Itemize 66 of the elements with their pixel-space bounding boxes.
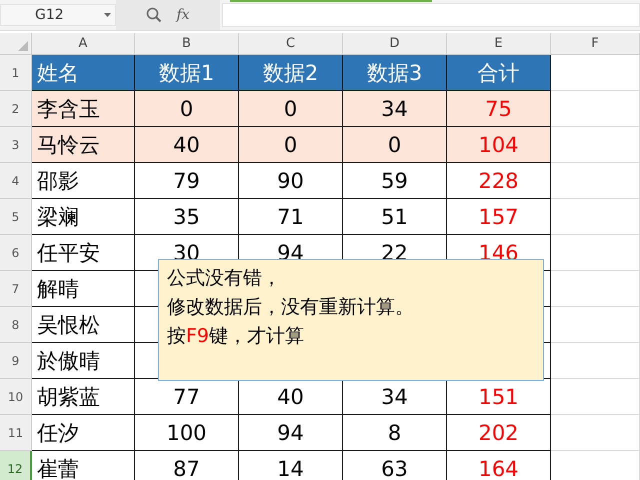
- row-header[interactable]: 2: [0, 91, 32, 127]
- row-header[interactable]: 1: [0, 55, 32, 91]
- table-cell: 34: [343, 91, 447, 127]
- table-cell: 77: [135, 379, 239, 415]
- header-cell: 数据1: [135, 55, 239, 91]
- column-header[interactable]: C: [239, 33, 343, 55]
- table-cell: 任汐: [32, 415, 135, 451]
- table-cell: 邵影: [32, 163, 135, 199]
- table-cell: 於傲晴: [32, 343, 135, 379]
- table-cell: 202: [447, 415, 551, 451]
- header-cell: 数据2: [239, 55, 343, 91]
- table-cell: 79: [135, 163, 239, 199]
- table-cell: 157: [447, 199, 551, 235]
- triangle-icon: [18, 41, 28, 51]
- table-cell: 35: [135, 199, 239, 235]
- table-cell: 任平安: [32, 235, 135, 271]
- table-cell: 胡紫蓝: [32, 379, 135, 415]
- column-header[interactable]: F: [551, 33, 640, 55]
- table-cell: 75: [447, 91, 551, 127]
- select-all-corner[interactable]: [0, 33, 32, 55]
- dropdown-caret-icon: [104, 13, 111, 17]
- table-cell: 34: [343, 379, 447, 415]
- table-cell: 0: [239, 127, 343, 163]
- table-cell: 104: [447, 127, 551, 163]
- table-cell: 0: [343, 127, 447, 163]
- table-cell: 51: [343, 199, 447, 235]
- column-header[interactable]: E: [447, 33, 551, 55]
- row-header[interactable]: 5: [0, 199, 32, 235]
- column-header[interactable]: A: [32, 33, 135, 55]
- row-header[interactable]: 3: [0, 127, 32, 163]
- table-cell: 90: [239, 163, 343, 199]
- row-header[interactable]: 9: [0, 343, 32, 379]
- table-cell: 0: [135, 91, 239, 127]
- table-cell: 40: [239, 379, 343, 415]
- table-cell: 马怜云: [32, 127, 135, 163]
- table-cell: 吴恨松: [32, 307, 135, 343]
- header-cell: 姓名: [32, 55, 135, 91]
- table-cell: 解晴: [32, 271, 135, 307]
- table-cell: 8: [343, 415, 447, 451]
- name-box[interactable]: G12: [0, 4, 116, 26]
- table-cell: 228: [447, 163, 551, 199]
- function-button[interactable]: fx: [176, 7, 190, 23]
- table-cell: 0: [239, 91, 343, 127]
- row-header[interactable]: 7: [0, 271, 32, 307]
- header-cell: 数据3: [343, 55, 447, 91]
- row-header[interactable]: 12: [0, 451, 32, 480]
- table-cell: 71: [239, 199, 343, 235]
- table-cell: 梁斓: [32, 199, 135, 235]
- table-cell: 59: [343, 163, 447, 199]
- table-cell: 李含玉: [32, 91, 135, 127]
- table-cell: 151: [447, 379, 551, 415]
- row-header[interactable]: 8: [0, 307, 32, 343]
- column-header[interactable]: B: [135, 33, 239, 55]
- formula-field[interactable]: [222, 3, 640, 27]
- column-header[interactable]: D: [343, 33, 447, 55]
- note-text: 修改数据后，没有重新计算。: [167, 295, 415, 320]
- row-header[interactable]: 11: [0, 415, 32, 451]
- row-header[interactable]: 4: [0, 163, 32, 199]
- note-text: 按F9键，才计算: [167, 324, 306, 349]
- zoom-icon[interactable]: [146, 7, 162, 23]
- table-cell: 94: [239, 415, 343, 451]
- row-header[interactable]: 10: [0, 379, 32, 415]
- table-cell: 100: [135, 415, 239, 451]
- table-cell: 40: [135, 127, 239, 163]
- header-cell: 合计: [447, 55, 551, 91]
- row-header[interactable]: 6: [0, 235, 32, 271]
